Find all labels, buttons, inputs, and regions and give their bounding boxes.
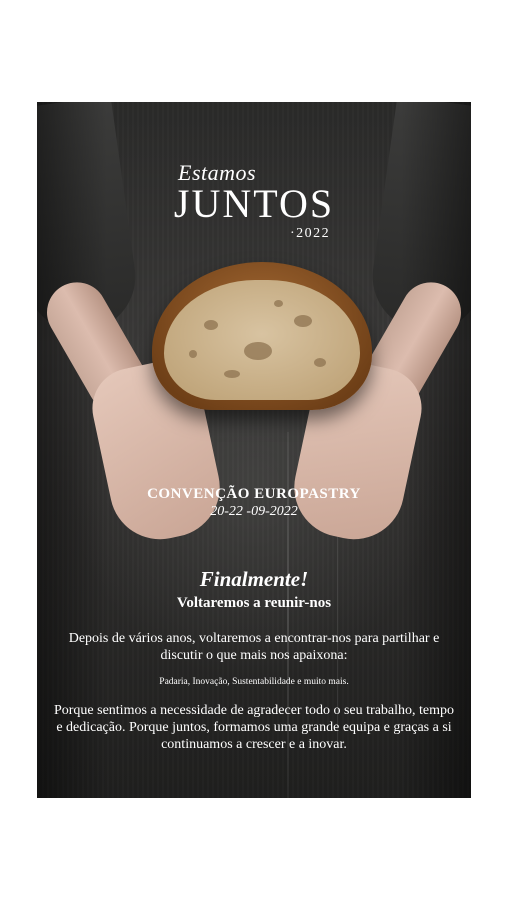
event-title: CONVENÇÃO EUROPASTRY xyxy=(147,486,361,502)
bread-hole xyxy=(189,350,197,358)
bread-hole xyxy=(204,320,218,330)
brand-year: ·2022 xyxy=(290,226,331,241)
subheadline: Voltaremos a reunir-nos xyxy=(176,595,332,611)
bread-hole xyxy=(294,315,312,327)
bread-hole xyxy=(274,300,283,307)
bread-hole xyxy=(224,370,240,378)
headline: Finalmente! xyxy=(199,567,309,591)
brand-title: JUNTOS xyxy=(173,181,335,226)
bread-hole xyxy=(314,358,326,367)
event-info: CONVENÇÃO EUROPASTRY 20-22 -09-2022 xyxy=(37,486,471,520)
topics-line: Padaria, Inovação, Sustentabilidade e mu… xyxy=(159,677,349,687)
thanks-paragraph: Porque sentimos a necessidade de agradec… xyxy=(53,703,455,752)
poster: Estamos JUNTOS ·2022 CONVENÇÃO EUROPASTR… xyxy=(37,102,471,798)
intro-paragraph: Depois de vários anos, voltaremos a enco… xyxy=(68,631,440,663)
event-date: 20-22 -09-2022 xyxy=(210,504,298,519)
bread-hole xyxy=(244,342,272,360)
